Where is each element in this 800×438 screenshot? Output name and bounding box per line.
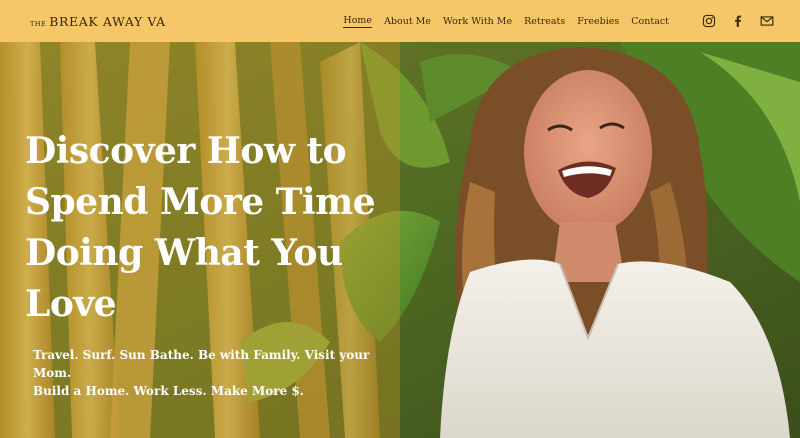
nav-link-contact[interactable]: Contact: [631, 16, 669, 27]
hero-subtitle-line: Travel. Surf. Sun Bathe. Be with Family.…: [33, 348, 370, 380]
nav-link-retreats[interactable]: Retreats: [524, 16, 565, 27]
hero-title-line: Discover How to: [25, 130, 347, 172]
logo-name: BREAK AWAY VA: [49, 13, 166, 29]
facebook-icon[interactable]: [731, 14, 745, 28]
social-links: [687, 14, 774, 28]
hero-title: Discover How to Spend More Time Doing Wh…: [25, 126, 385, 330]
main-nav: Home About Me Work With Me Retreats Free…: [331, 14, 774, 28]
nav-link-work-with-me[interactable]: Work With Me: [443, 16, 512, 27]
logo-prefix: THE: [30, 19, 47, 28]
hero-subtitle: Travel. Surf. Sun Bathe. Be with Family.…: [33, 346, 403, 400]
hero-subtitle-line: Build a Home. Work Less. Make More $.: [33, 384, 304, 398]
hero-section: Discover How to Spend More Time Doing Wh…: [0, 42, 800, 438]
nav-link-about-me[interactable]: About Me: [384, 16, 431, 27]
nav-link-freebies[interactable]: Freebies: [577, 16, 619, 27]
hero-title-line: Doing What You: [25, 232, 343, 274]
hero-title-line: Love: [25, 283, 117, 325]
nav-link-home[interactable]: Home: [343, 15, 373, 28]
hero-title-line: Spend More Time: [25, 181, 376, 223]
email-icon[interactable]: [760, 14, 774, 28]
site-header: THE BREAK AWAY VA Home About Me Work Wit…: [0, 0, 800, 42]
site-logo[interactable]: THE BREAK AWAY VA: [30, 14, 166, 29]
instagram-icon[interactable]: [702, 14, 716, 28]
